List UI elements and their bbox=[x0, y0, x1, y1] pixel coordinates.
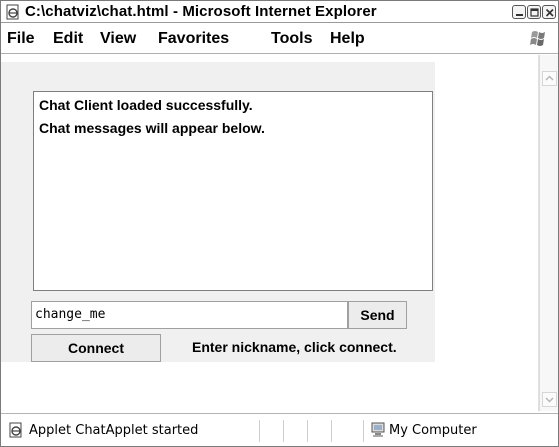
close-button[interactable] bbox=[542, 5, 556, 19]
status-divider bbox=[363, 420, 364, 442]
chat-applet: Chat Client loaded successfully. Chat me… bbox=[1, 62, 435, 362]
scroll-up-button[interactable] bbox=[542, 71, 557, 86]
close-icon bbox=[545, 8, 554, 17]
nickname-input[interactable]: change_me bbox=[31, 301, 348, 329]
status-divider bbox=[307, 420, 308, 442]
chevron-down-icon bbox=[545, 397, 554, 403]
connect-button[interactable]: Connect bbox=[31, 334, 161, 362]
maximize-icon bbox=[530, 8, 539, 17]
chevron-up-icon bbox=[545, 75, 554, 81]
title-bar: C:\chatviz\chat.html - Microsoft Interne… bbox=[1, 1, 558, 23]
applet-page-icon bbox=[9, 422, 22, 438]
chat-message: Chat messages will appear below. bbox=[39, 120, 265, 136]
chat-message: Chat Client loaded successfully. bbox=[39, 97, 253, 113]
my-computer-icon bbox=[371, 422, 385, 437]
status-bar: Applet ChatApplet started My Computer bbox=[1, 413, 558, 446]
page-content: Chat Client loaded successfully. Chat me… bbox=[1, 55, 539, 411]
menu-tools[interactable]: Tools bbox=[271, 30, 312, 48]
security-zone-label: My Computer bbox=[389, 423, 477, 438]
maximize-button[interactable] bbox=[527, 5, 541, 19]
vertical-scrollbar[interactable] bbox=[539, 55, 558, 411]
window-title: C:\chatviz\chat.html - Microsoft Interne… bbox=[25, 3, 377, 20]
browser-window: C:\chatviz\chat.html - Microsoft Interne… bbox=[0, 0, 559, 447]
minimize-icon bbox=[516, 14, 523, 16]
status-divider bbox=[259, 420, 260, 442]
windows-flag-icon bbox=[530, 31, 545, 46]
minimize-button[interactable] bbox=[512, 5, 526, 19]
chat-messages-area[interactable]: Chat Client loaded successfully. Chat me… bbox=[33, 91, 433, 291]
connection-status-label: Enter nickname, click connect. bbox=[192, 339, 397, 355]
status-text: Applet ChatApplet started bbox=[29, 423, 199, 438]
send-button[interactable]: Send bbox=[348, 301, 407, 329]
menu-file[interactable]: File bbox=[7, 30, 35, 48]
ie-page-icon bbox=[6, 4, 19, 20]
menu-help[interactable]: Help bbox=[330, 30, 365, 48]
menu-edit[interactable]: Edit bbox=[53, 30, 83, 48]
scroll-down-button[interactable] bbox=[542, 392, 557, 407]
menu-bar: File Edit View Favorites Tools Help bbox=[1, 24, 558, 54]
status-divider bbox=[331, 420, 332, 442]
status-divider bbox=[283, 420, 284, 442]
menu-favorites[interactable]: Favorites bbox=[158, 30, 229, 48]
menu-view[interactable]: View bbox=[100, 30, 136, 48]
